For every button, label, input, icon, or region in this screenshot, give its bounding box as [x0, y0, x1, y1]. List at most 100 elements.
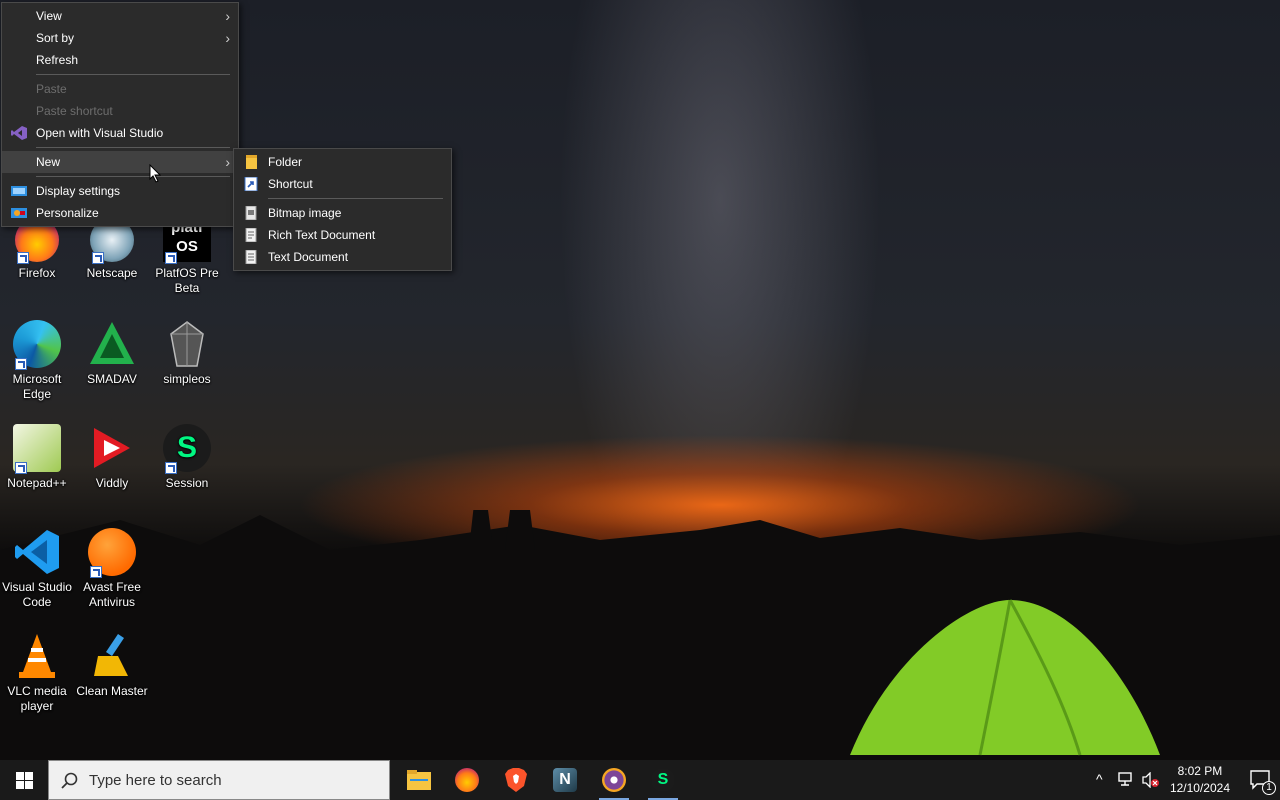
desktop-icon-edge[interactable]: Microsoft Edge	[0, 320, 74, 402]
firefox-icon	[455, 768, 479, 792]
action-center-button[interactable]: 1	[1242, 760, 1280, 800]
text-file-icon	[245, 250, 257, 264]
submenu-item-bitmap-image[interactable]: Bitmap image	[234, 202, 451, 224]
desktop-icon-label: Netscape	[86, 266, 138, 280]
submenu-item-folder[interactable]: Folder	[234, 151, 451, 173]
taskbar-file-explorer[interactable]	[396, 760, 442, 800]
menu-item-view[interactable]: View ›	[2, 5, 238, 27]
visual-studio-icon	[11, 126, 27, 140]
shortcut-arrow-icon	[90, 566, 102, 578]
clean-master-icon	[94, 634, 128, 676]
desktop-icon-vscode[interactable]: Visual Studio Code	[0, 528, 74, 610]
desktop-icon-label: Avast Free Antivirus	[83, 580, 141, 609]
search-placeholder: Type here to search	[89, 772, 222, 789]
taskbar-brave[interactable]	[493, 760, 539, 800]
menu-item-label: Text Document	[268, 250, 349, 264]
desktop-icon-platfos[interactable]: platf OS PlatfOS Pre Beta	[150, 218, 224, 296]
display-icon	[11, 186, 27, 196]
folder-icon	[246, 155, 257, 169]
desktop-icon-viddly[interactable]: Viddly	[75, 424, 149, 491]
desktop-icon-label: Session	[165, 476, 209, 490]
desktop-icon-label: VLC media player	[7, 684, 67, 713]
desktop-icon-label: Viddly	[95, 476, 129, 490]
viddly-icon	[94, 428, 130, 468]
menu-item-personalize[interactable]: Personalize	[2, 202, 238, 224]
desktop-icon-simpleos[interactable]: simpleos	[150, 320, 224, 387]
tent-image	[850, 599, 1160, 756]
shortcut-arrow-icon	[17, 252, 29, 264]
notepadpp-icon	[13, 424, 61, 474]
desktop-icon-firefox[interactable]: Firefox	[0, 218, 74, 281]
vlc-icon	[19, 634, 55, 678]
desktop-icon-label: Visual Studio Code	[2, 580, 72, 609]
file-explorer-icon	[407, 770, 431, 790]
desktop-icon-label: Firefox	[18, 266, 56, 280]
menu-item-refresh[interactable]: Refresh	[2, 49, 238, 71]
menu-item-display-settings[interactable]: Display settings	[2, 180, 238, 202]
start-button[interactable]	[0, 760, 48, 800]
desktop-icon-avast[interactable]: Avast Free Antivirus	[75, 528, 149, 610]
taskbar-netscape[interactable]: N	[542, 760, 588, 800]
chevron-up-icon[interactable]: ^	[1096, 771, 1103, 787]
menu-separator	[36, 74, 230, 75]
submenu-item-shortcut[interactable]: Shortcut	[234, 173, 451, 195]
menu-item-label: New	[36, 155, 61, 169]
menu-item-label: Folder	[268, 155, 303, 169]
shortcut-arrow-icon	[165, 462, 177, 474]
taskbar-clock[interactable]: 8:02 PM 12/10/2024	[1170, 763, 1230, 797]
shortcut-arrow-icon	[92, 252, 104, 264]
personalize-icon	[11, 208, 27, 218]
clock-time: 8:02 PM	[1177, 764, 1223, 778]
desktop-icon-session[interactable]: S Session	[150, 424, 224, 491]
chevron-right-icon: ›	[225, 8, 230, 24]
simpleos-icon	[170, 321, 204, 367]
network-icon[interactable]	[1118, 772, 1136, 788]
taskbar-search-box[interactable]: Type here to search	[48, 760, 390, 800]
desktop-icon-notepadpp[interactable]: Notepad++	[0, 424, 74, 491]
chevron-right-icon: ›	[225, 30, 230, 46]
notification-count-badge: 1	[1262, 781, 1276, 795]
desktop-icon-label: Notepad++	[7, 476, 67, 490]
search-icon	[61, 772, 78, 789]
taskbar-tor-browser[interactable]	[591, 760, 637, 800]
desktop-icon-clean-master[interactable]: Clean Master	[75, 632, 149, 699]
taskbar: Type here to search N S ^ 8:02 PM 12/10/…	[0, 760, 1280, 800]
avast-icon	[88, 528, 136, 578]
tor-browser-icon	[602, 768, 626, 792]
session-icon: S	[163, 424, 211, 474]
chevron-right-icon: ›	[225, 154, 230, 170]
menu-separator	[268, 198, 443, 199]
menu-item-open-with-visual-studio[interactable]: Open with Visual Studio	[2, 122, 238, 144]
taskbar-session[interactable]: S	[640, 760, 686, 800]
desktop-icon-vlc[interactable]: VLC media player	[0, 632, 74, 714]
taskbar-firefox[interactable]	[444, 760, 490, 800]
session-icon: S	[651, 768, 675, 792]
menu-item-sort-by[interactable]: Sort by ›	[2, 27, 238, 49]
menu-item-label: Display settings	[36, 184, 121, 198]
volume-muted-icon[interactable]	[1142, 772, 1160, 788]
smadav-icon	[90, 322, 134, 364]
desktop-context-menu: View › Sort by › Refresh Paste Paste short…	[1, 2, 239, 227]
system-tray: ^ 8:02 PM 12/10/2024 1	[1092, 760, 1280, 800]
menu-item-label: Personalize	[36, 206, 99, 220]
menu-item-label: Open with Visual Studio	[36, 126, 164, 140]
menu-item-label: Shortcut	[268, 177, 313, 191]
desktop-icon-smadav[interactable]: SMADAV	[75, 320, 149, 387]
submenu-item-text-document[interactable]: Text Document	[234, 246, 451, 268]
menu-item-label: Paste shortcut	[36, 104, 113, 118]
desktop-icon-label: PlatfOS Pre Beta	[155, 266, 219, 295]
desktop-icon-netscape[interactable]: Netscape	[75, 218, 149, 281]
submenu-item-rich-text-document[interactable]: Rich Text Document	[234, 224, 451, 246]
bitmap-file-icon	[245, 206, 257, 220]
menu-item-label: Sort by	[36, 31, 75, 45]
document-icon	[245, 228, 257, 242]
menu-item-label: Paste	[36, 82, 67, 96]
menu-separator	[36, 147, 230, 148]
shortcut-arrow-icon	[165, 252, 177, 264]
clock-date: 12/10/2024	[1169, 781, 1230, 795]
new-submenu: Folder Shortcut Bitmap image Rich Text D…	[233, 148, 452, 271]
menu-item-new[interactable]: New ›	[2, 151, 238, 173]
shortcut-arrow-icon	[15, 358, 27, 370]
menu-item-label: Refresh	[36, 53, 79, 67]
menu-item-paste: Paste	[2, 78, 238, 100]
